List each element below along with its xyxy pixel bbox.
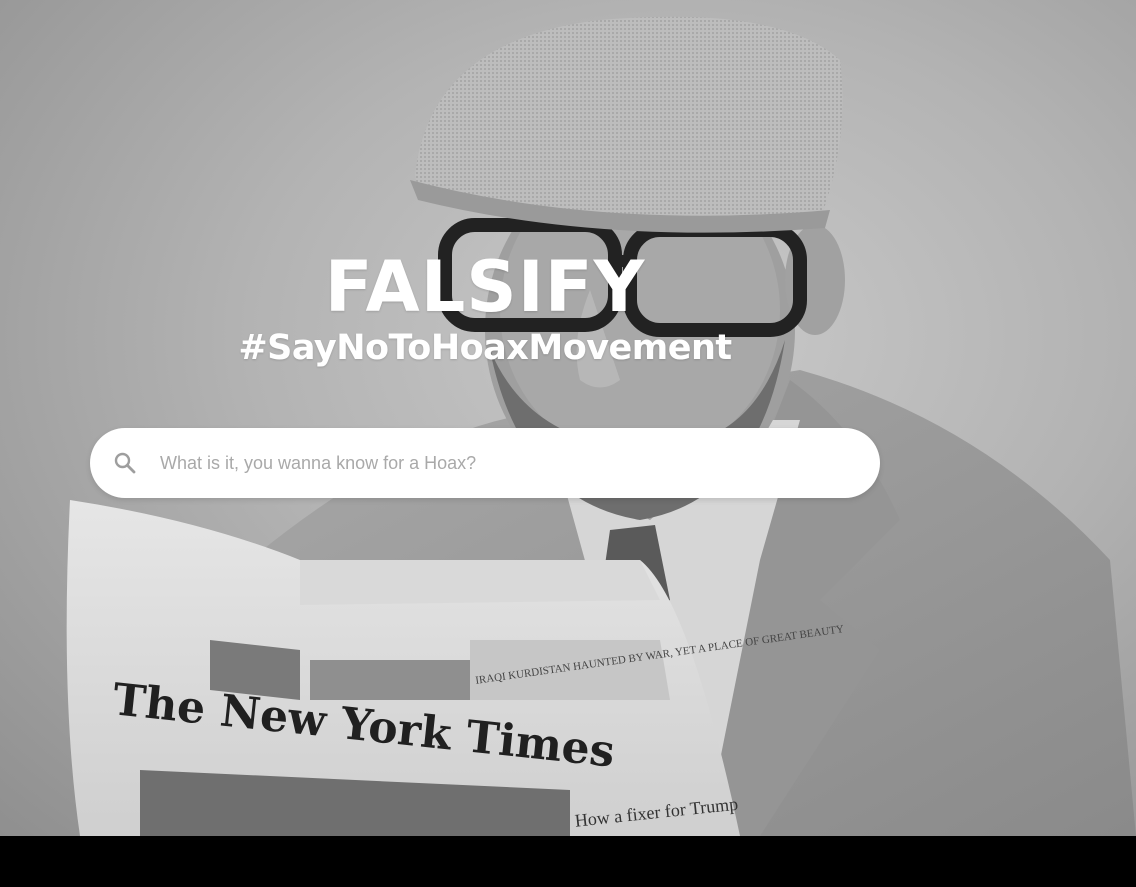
background-photo: The New York Times IRAQI KURDISTAN HAUNT… xyxy=(66,16,1136,836)
search-icon[interactable] xyxy=(112,450,138,476)
search-bar[interactable] xyxy=(90,428,880,498)
hero-section: The New York Times IRAQI KURDISTAN HAUNT… xyxy=(0,0,1136,836)
brand-tagline: #SayNoToHoaxMovement xyxy=(238,328,732,368)
brand-title: FALSIFY xyxy=(324,246,646,328)
footer-bar xyxy=(0,836,1136,887)
search-input[interactable] xyxy=(160,443,850,483)
